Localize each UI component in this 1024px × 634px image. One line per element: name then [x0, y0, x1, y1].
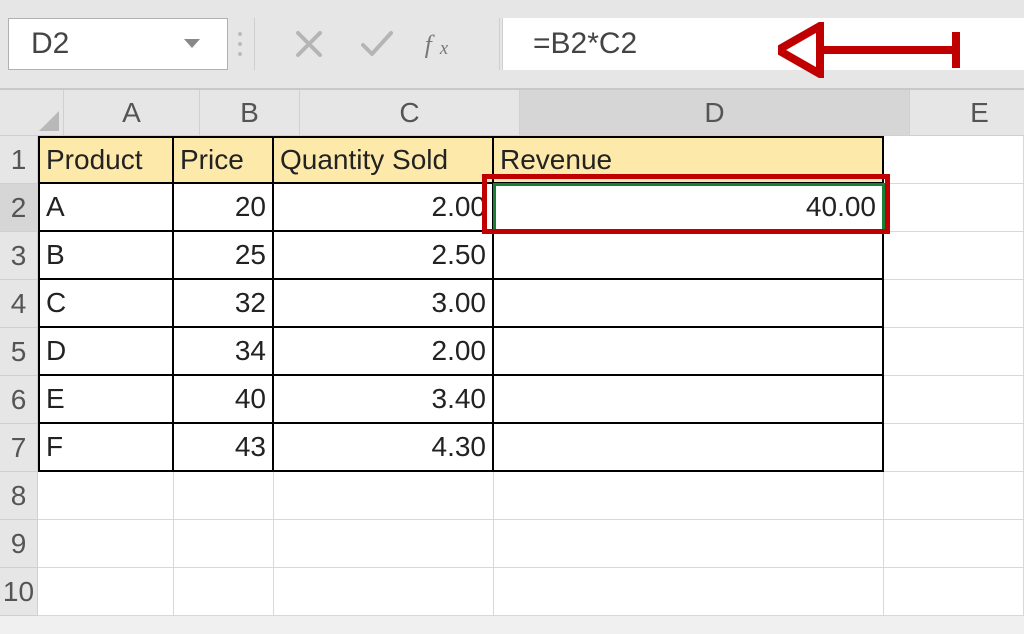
cell-D8[interactable]	[494, 472, 884, 520]
col-header-B[interactable]: B	[200, 90, 300, 136]
cell-C10[interactable]	[274, 568, 494, 616]
cell-E1[interactable]	[884, 136, 1024, 184]
table-row: A 20 2.00 40.00	[38, 184, 1024, 232]
cell-C2[interactable]: 2.00	[274, 184, 494, 232]
row-header-9[interactable]: 9	[0, 520, 38, 568]
cell-B1[interactable]: Price	[174, 136, 274, 184]
cell-D6[interactable]	[494, 376, 884, 424]
cell-E3[interactable]	[884, 232, 1024, 280]
row-header-10[interactable]: 10	[0, 568, 38, 616]
cell-C4[interactable]: 3.00	[274, 280, 494, 328]
row-header-6[interactable]: 6	[0, 376, 38, 424]
col-header-E[interactable]: E	[910, 90, 1024, 136]
formula-bar-buttons: f x	[254, 18, 500, 70]
col-header-D[interactable]: D	[520, 90, 910, 136]
cell-A10[interactable]	[38, 568, 174, 616]
name-box[interactable]: D2	[8, 18, 228, 70]
table-row: B 25 2.50	[38, 232, 1024, 280]
cell-D1[interactable]: Revenue	[494, 136, 884, 184]
cell-D7[interactable]	[494, 424, 884, 472]
cell-D5[interactable]	[494, 328, 884, 376]
row-header-2[interactable]: 2	[0, 184, 38, 232]
col-header-C[interactable]: C	[300, 90, 520, 136]
cell-B3[interactable]: 25	[174, 232, 274, 280]
cell-A9[interactable]	[38, 520, 174, 568]
cell-B4[interactable]: 32	[174, 280, 274, 328]
cell-A4[interactable]: C	[38, 280, 174, 328]
cell-E2[interactable]	[884, 184, 1024, 232]
cell-A8[interactable]	[38, 472, 174, 520]
cell-C8[interactable]	[274, 472, 494, 520]
enter-icon[interactable]	[355, 22, 399, 66]
table-row: Product Price Quantity Sold Revenue	[38, 136, 1024, 184]
row-header-7[interactable]: 7	[0, 424, 38, 472]
cell-C6[interactable]: 3.40	[274, 376, 494, 424]
cell-D9[interactable]	[494, 520, 884, 568]
cell-E7[interactable]	[884, 424, 1024, 472]
row-header-8[interactable]: 8	[0, 472, 38, 520]
formula-bar-divider	[228, 18, 252, 70]
formula-text: =B2*C2	[533, 27, 637, 61]
cell-A2[interactable]: A	[38, 184, 174, 232]
name-box-dropdown-icon[interactable]	[179, 39, 205, 49]
cell-E5[interactable]	[884, 328, 1024, 376]
cell-B6[interactable]: 40	[174, 376, 274, 424]
cell-D10[interactable]	[494, 568, 884, 616]
cell-A3[interactable]: B	[38, 232, 174, 280]
cell-E9[interactable]	[884, 520, 1024, 568]
table-row	[38, 568, 1024, 616]
cell-E4[interactable]	[884, 280, 1024, 328]
svg-text:x: x	[439, 38, 449, 59]
cell-B5[interactable]: 34	[174, 328, 274, 376]
cell-C3[interactable]: 2.50	[274, 232, 494, 280]
table-row: D 34 2.00	[38, 328, 1024, 376]
row-header-1[interactable]: 1	[0, 136, 38, 184]
formula-bar: D2 f x =B2*C2	[0, 0, 1024, 90]
cell-A6[interactable]: E	[38, 376, 174, 424]
cell-D2[interactable]: 40.00	[494, 184, 884, 232]
table-row: E 40 3.40	[38, 376, 1024, 424]
cell-E6[interactable]	[884, 376, 1024, 424]
table-row: C 32 3.00	[38, 280, 1024, 328]
row-header-5[interactable]: 5	[0, 328, 38, 376]
cell-C7[interactable]: 4.30	[274, 424, 494, 472]
cell-B2[interactable]: 20	[174, 184, 274, 232]
row-headers: 1 2 3 4 5 6 7 8 9 10	[0, 136, 38, 616]
svg-text:f: f	[425, 30, 435, 58]
name-box-value: D2	[31, 27, 69, 61]
row-header-3[interactable]: 3	[0, 232, 38, 280]
cell-C1[interactable]: Quantity Sold	[274, 136, 494, 184]
cancel-icon[interactable]	[287, 22, 331, 66]
table-row	[38, 520, 1024, 568]
column-headers: A B C D E	[64, 90, 1024, 136]
select-all-corner[interactable]	[0, 90, 64, 136]
fx-icon[interactable]: f x	[423, 22, 467, 66]
cell-C5[interactable]: 2.00	[274, 328, 494, 376]
cell-E8[interactable]	[884, 472, 1024, 520]
cell-A7[interactable]: F	[38, 424, 174, 472]
cell-C9[interactable]	[274, 520, 494, 568]
cell-B10[interactable]	[174, 568, 274, 616]
cell-D4[interactable]	[494, 280, 884, 328]
cell-D3[interactable]	[494, 232, 884, 280]
cell-E10[interactable]	[884, 568, 1024, 616]
spreadsheet-grid: A B C D E 1 2 3 4 5 6 7 8 9 10 Product P…	[0, 90, 1024, 616]
cell-B7[interactable]: 43	[174, 424, 274, 472]
cell-A5[interactable]: D	[38, 328, 174, 376]
table-row: F 43 4.30	[38, 424, 1024, 472]
cell-B9[interactable]	[174, 520, 274, 568]
cell-A1[interactable]: Product	[38, 136, 174, 184]
cell-B8[interactable]	[174, 472, 274, 520]
col-header-A[interactable]: A	[64, 90, 200, 136]
cells-area: Product Price Quantity Sold Revenue A 20…	[38, 136, 1024, 616]
table-row	[38, 472, 1024, 520]
row-header-4[interactable]: 4	[0, 280, 38, 328]
formula-input[interactable]: =B2*C2	[502, 18, 1024, 70]
